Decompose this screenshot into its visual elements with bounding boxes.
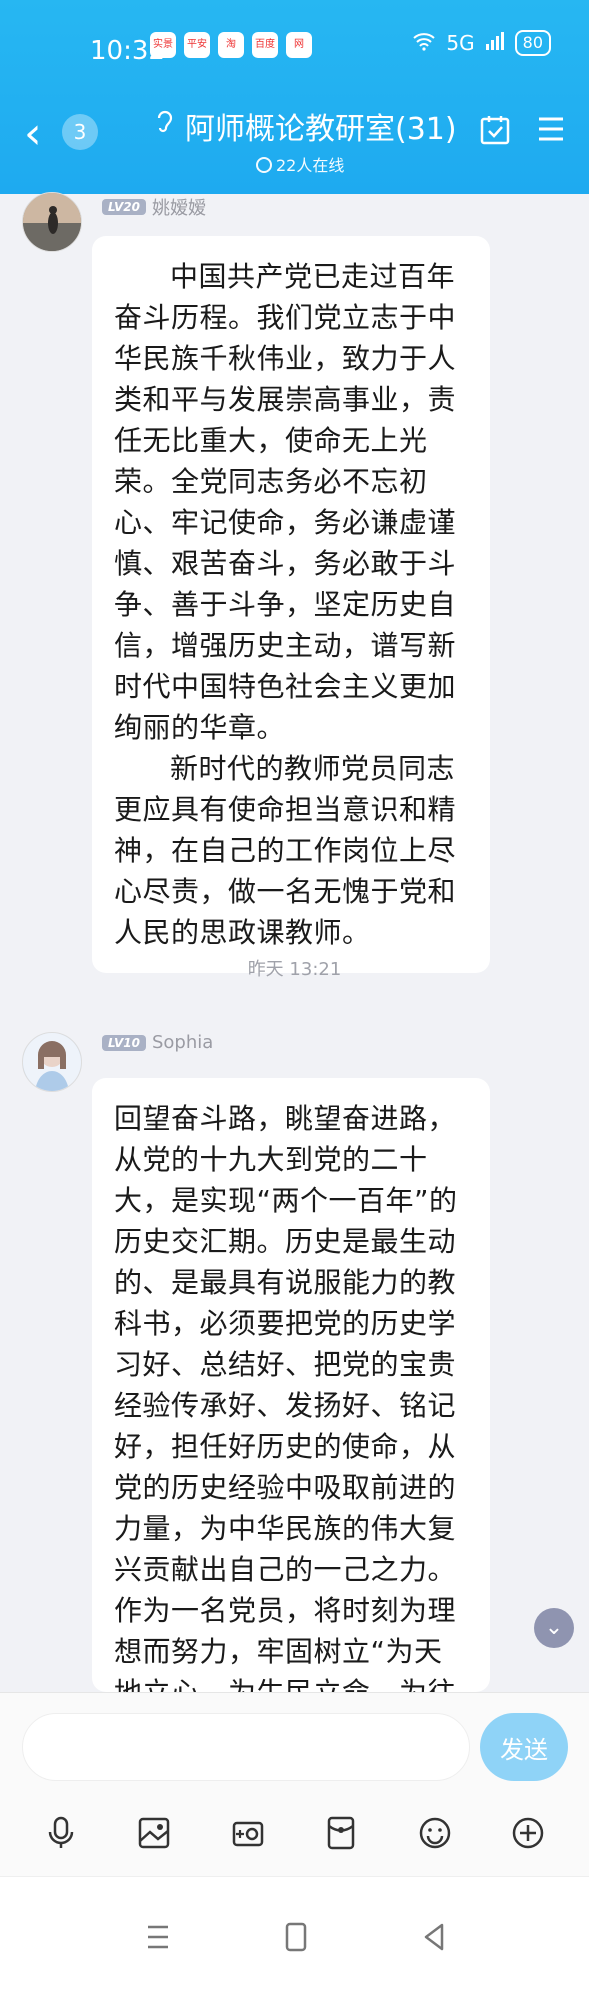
- scroll-down-icon[interactable]: ⌄: [534, 1608, 574, 1648]
- recent-apps-icon[interactable]: [138, 1919, 178, 1955]
- back-triangle-icon[interactable]: [414, 1919, 454, 1955]
- app-badge-icon: 平安: [184, 32, 210, 58]
- message-input[interactable]: [22, 1713, 470, 1781]
- message-bubble[interactable]: 中国共产党已走过百年奋斗历程。我们党立志于中华民族千秋伟业，致力于人类和平与发展…: [92, 236, 490, 973]
- app-badge-icon: 淘: [218, 32, 244, 58]
- app-badge-icon: 实景: [150, 32, 176, 58]
- app-badge-icon: 百度: [252, 32, 278, 58]
- plus-icon[interactable]: [506, 1811, 550, 1855]
- online-dot-icon: [256, 157, 272, 173]
- avatar[interactable]: [22, 192, 82, 252]
- ear-icon: [155, 108, 175, 140]
- message-paragraph: 新时代的教师党员同志更应具有使命担当意识和精神，在自己的工作岗位上尽心尽责，做一…: [114, 752, 457, 949]
- system-nav-bar: [0, 1876, 589, 1993]
- level-badge: LV20: [102, 199, 146, 215]
- message-paragraph: 中国共产党已走过百年奋斗历程。我们党立志于中华民族千秋伟业，致力于人类和平与发展…: [114, 260, 457, 744]
- sender-name: LV20 姚嫒嫒: [102, 194, 206, 220]
- online-count-text: 22人在线: [276, 156, 345, 175]
- signal-icon: [485, 31, 505, 55]
- menu-icon[interactable]: [537, 114, 565, 144]
- mic-icon[interactable]: [39, 1811, 83, 1855]
- input-toolbar: [0, 1811, 589, 1855]
- wifi-icon: [412, 31, 436, 56]
- image-icon[interactable]: [132, 1811, 176, 1855]
- network-type: 5G: [446, 31, 475, 55]
- message-bubble[interactable]: 回望奋斗路，眺望奋进路，从党的十九大到党的二十大，是实现“两个一百年”的历史交汇…: [92, 1078, 490, 1692]
- avatar[interactable]: [22, 1032, 82, 1092]
- home-icon[interactable]: [276, 1919, 316, 1955]
- status-right: 5G 80: [412, 30, 551, 56]
- level-badge: LV10: [102, 1034, 146, 1051]
- sender-name-text: 姚嫒嫒: [151, 198, 206, 219]
- send-button[interactable]: 发送: [480, 1713, 568, 1781]
- time-separator: 昨天 13:21: [247, 959, 342, 980]
- input-area: 发送: [0, 1692, 589, 1877]
- task-check-icon[interactable]: [479, 114, 511, 146]
- message-paragraph: 回望奋斗路，眺望奋进路，从党的十九大到党的二十大，是实现“两个一百年”的历史交汇…: [114, 1102, 458, 1692]
- chat-title[interactable]: 阿师概论教研室(31): [185, 104, 457, 148]
- emoji-icon[interactable]: [413, 1811, 457, 1855]
- top-header: 10:32 实景 平安 淘 百度 网 5G 80 ‹ 3 阿师概论教研室(31)…: [0, 0, 589, 194]
- camera-icon[interactable]: [226, 1811, 270, 1855]
- battery-icon: 80: [514, 30, 551, 56]
- status-app-icons: 实景 平安 淘 百度 网: [150, 32, 312, 58]
- unread-count-badge[interactable]: 3: [62, 114, 98, 150]
- app-badge-icon: 网: [286, 32, 312, 58]
- back-chevron-icon[interactable]: ‹: [24, 112, 42, 156]
- online-status: 22人在线: [256, 152, 344, 176]
- red-packet-icon[interactable]: [319, 1811, 363, 1855]
- sender-name-text: Sophia: [151, 1032, 214, 1053]
- sender-name: LV10 Sophia: [102, 1032, 213, 1053]
